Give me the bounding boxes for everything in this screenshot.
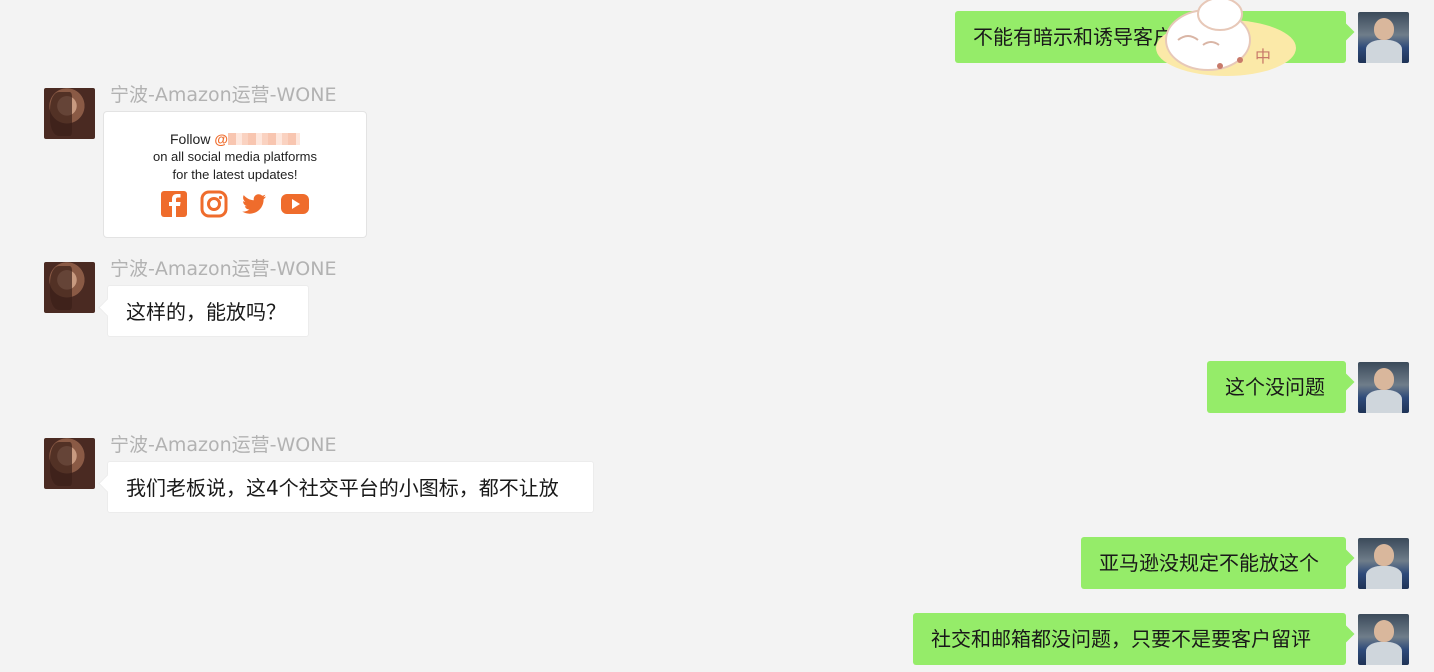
message-text: 亚马逊没规定不能放这个 bbox=[1099, 551, 1319, 575]
card-line-3: for the latest updates! bbox=[172, 167, 298, 182]
handle-at: @ bbox=[214, 131, 228, 147]
follow-text: Follow bbox=[169, 131, 211, 147]
message-text: 社交和邮箱都没问题，只要不是要客户留评 bbox=[931, 627, 1311, 651]
instagram-icon bbox=[200, 190, 228, 218]
avatar-self[interactable] bbox=[1358, 362, 1409, 413]
avatar-sender[interactable] bbox=[44, 438, 95, 489]
image-message[interactable]: Follow @ on all social media platforms f… bbox=[103, 111, 367, 238]
blurred-handle bbox=[228, 133, 300, 145]
message-bubble-received[interactable]: 我们老板说，这4个社交平台的小图标，都不让放 bbox=[107, 461, 594, 513]
message-bubble-sent[interactable]: 这个没问题 bbox=[1207, 361, 1346, 413]
avatar-self[interactable] bbox=[1358, 538, 1409, 589]
sender-name: 宁波-Amazon运营-WONE bbox=[110, 434, 337, 456]
avatar-self[interactable] bbox=[1358, 12, 1409, 63]
social-icons bbox=[104, 190, 366, 218]
avatar-sender[interactable] bbox=[44, 262, 95, 313]
sticker-image: 中 bbox=[1148, 0, 1298, 80]
avatar-self[interactable] bbox=[1358, 614, 1409, 665]
message-bubble-received[interactable]: 这样的，能放吗？ bbox=[107, 285, 309, 337]
youtube-icon bbox=[281, 194, 309, 214]
twitter-icon bbox=[242, 194, 266, 214]
card-line-follow: Follow @ bbox=[104, 131, 366, 147]
message-bubble-sent[interactable]: 社交和邮箱都没问题，只要不是要客户留评 bbox=[913, 613, 1346, 665]
card-line-2: on all social media platforms bbox=[152, 149, 318, 164]
cat-sticker-icon: 中 bbox=[1156, 0, 1296, 76]
sender-name: 宁波-Amazon运营-WONE bbox=[110, 84, 337, 106]
avatar-sender[interactable] bbox=[44, 88, 95, 139]
sender-name: 宁波-Amazon运营-WONE bbox=[110, 258, 337, 280]
message-text: 这样的，能放吗？ bbox=[126, 300, 286, 324]
message-text: 我们老板说，这4个社交平台的小图标，都不让放 bbox=[126, 476, 559, 500]
sticker-text: 中 bbox=[1255, 47, 1271, 66]
message-text: 这个没问题 bbox=[1225, 375, 1325, 399]
message-bubble-sent[interactable]: 亚马逊没规定不能放这个 bbox=[1081, 537, 1346, 589]
facebook-icon bbox=[161, 191, 187, 217]
